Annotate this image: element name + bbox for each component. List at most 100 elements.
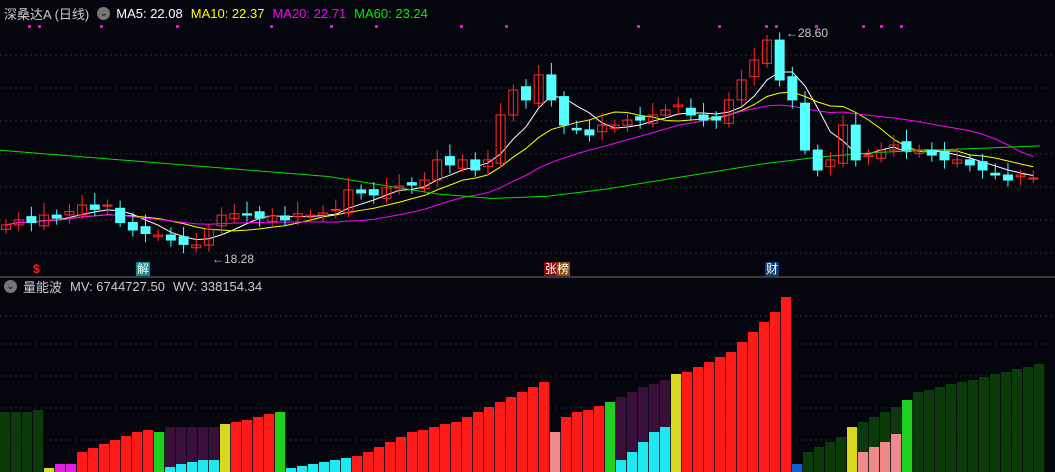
candle-body [635,116,646,121]
volume-bar [825,442,836,472]
candle-body [787,76,798,101]
volume-bar [1023,367,1034,472]
marker-jie[interactable]: 解 [136,262,151,276]
volume-bar [132,432,143,472]
volume-bar [286,468,297,472]
signal-dot [775,25,778,28]
marker-dollar[interactable]: $ [32,262,41,276]
candle-body [546,74,557,101]
volume-bar [1001,372,1012,472]
signal-dot [460,25,463,28]
signal-dot [880,25,883,28]
volume-bar [55,464,66,472]
marker-cai[interactable]: 财 [765,262,780,276]
candle-body [521,86,531,101]
volume-bar [165,427,176,472]
volume-bar-overlay [187,462,198,472]
candle-body [280,215,291,221]
volume-bar [979,377,990,472]
volume-bar [429,427,440,472]
volume-bar [66,464,77,472]
volume-bar-overlay [209,460,220,472]
candle-body [368,189,379,196]
volume-bar [682,372,693,472]
volume-bar-overlay [649,432,660,472]
candle-body [559,96,570,126]
volume-bar [836,437,847,472]
volume-bar-overlay [176,464,187,472]
volume-bar [440,424,451,472]
volume-bar [308,464,319,472]
volume-bar [792,464,803,472]
volume-bar [704,362,715,472]
volume-bar [814,447,825,472]
candle-body [1028,177,1039,180]
volume-bar [1034,364,1045,472]
volume-bar [330,460,341,472]
volume-bar [341,458,352,472]
signal-dot [100,25,103,28]
candle-body [685,107,696,116]
signal-dot [718,25,721,28]
volume-bar [77,452,88,472]
candle-body [901,141,912,151]
signal-dot [330,25,333,28]
chevron-down-icon[interactable]: ⌄ [4,279,17,293]
volume-bar [297,466,308,472]
volume-bar [407,432,418,472]
volume-bar-overlay [858,452,869,472]
volume-bar [572,412,583,472]
volume-bar-overlay [891,434,902,472]
volume-bar-overlay [869,447,880,472]
candle-body [356,189,367,194]
candle-body [990,172,1001,176]
volume-bar [968,380,979,472]
low-price-label: ←18.28 [212,252,254,266]
candle-body [711,116,722,121]
volume-bar [770,312,781,472]
volume-bar [847,427,858,472]
volume-bar [539,382,550,472]
volume-bar [737,342,748,472]
volume-bar [242,420,253,472]
volume-chart[interactable] [0,292,1055,472]
volume-bar [671,374,682,472]
volume-bar [143,430,154,472]
candle-body [444,156,455,166]
candle-body [241,213,252,216]
marker-zhangbang[interactable]: 张榜 [544,262,571,276]
volume-bar-overlay [880,442,891,472]
volume-bar [231,422,242,472]
signal-dot [28,25,31,28]
volume-bar [275,412,286,472]
volume-bar [1012,369,1023,472]
candle-body [140,226,151,234]
volume-bar-overlay [165,467,176,472]
volume-bar [583,410,594,472]
volume-bar [385,442,396,472]
volume-bar [418,430,429,472]
candle-body [926,149,937,156]
candle-body [89,204,100,210]
ma10-line [5,91,1034,232]
volume-bar [11,412,22,472]
volume-bar [693,367,704,472]
candle-body [330,208,341,211]
volume-bar [44,468,55,472]
signal-dot [38,25,41,28]
volume-bar [517,392,528,472]
price-chart[interactable]: ←28.60 ←18.28 [0,0,1055,276]
volume-bar [462,417,473,472]
volume-bar [22,412,33,472]
volume-bar [781,297,792,472]
volume-bar [88,448,99,472]
candle-body [812,149,823,171]
candle-body [977,161,988,171]
volume-bar [220,424,231,472]
volume-bar [605,402,616,472]
volume-bar [0,412,11,472]
volume-bar-overlay [627,452,638,472]
volume-bar [990,374,1001,472]
volume-bar-overlay [638,442,649,472]
volume-bar [924,390,935,472]
